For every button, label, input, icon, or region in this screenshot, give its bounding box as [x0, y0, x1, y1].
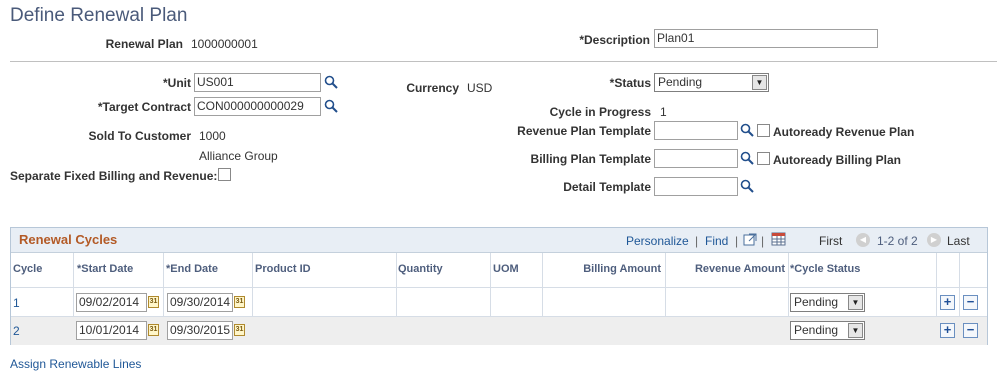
- sold-to-customer-name: Alliance Group: [199, 149, 278, 163]
- sold-to-customer-label: Sold To Customer: [88, 129, 191, 143]
- target-contract-lookup-icon[interactable]: [324, 99, 338, 113]
- cycle-in-progress-value: 1: [660, 105, 667, 119]
- cycle-link[interactable]: 1: [13, 296, 20, 310]
- billing-plan-template-label: Billing Plan Template: [530, 152, 651, 166]
- sold-to-customer-value: 1000: [199, 129, 226, 143]
- delete-row-button[interactable]: −: [963, 295, 978, 310]
- end-date-field[interactable]: 09/30/2014: [167, 293, 233, 312]
- autoready-revenue-label: Autoready Revenue Plan: [773, 125, 915, 139]
- autoready-billing-checkbox[interactable]: [757, 152, 770, 165]
- first-label: First: [819, 234, 843, 248]
- start-date-field[interactable]: 09/02/2014: [76, 293, 147, 312]
- currency-label: Currency: [406, 81, 459, 95]
- delete-row-button[interactable]: −: [963, 323, 978, 338]
- column-header-billing-amount: Billing Amount: [583, 263, 661, 275]
- chevron-down-icon: ▼: [848, 323, 863, 338]
- header-divider: [10, 61, 997, 62]
- description-label: *Description: [579, 33, 650, 47]
- table-row: 2 10/01/2014 31 09/30/2015 31 Pending ▼ …: [11, 317, 987, 345]
- column-header-uom: UOM: [493, 263, 519, 275]
- add-row-button[interactable]: +: [940, 323, 955, 338]
- unit-field[interactable]: US001: [194, 73, 321, 92]
- revenue-plan-template-field[interactable]: [654, 121, 738, 140]
- grid-header-bar: Renewal Cycles Personalize | Find | | Fi…: [11, 228, 987, 253]
- cycle-in-progress-label: Cycle in Progress: [549, 105, 651, 119]
- separator: |: [735, 234, 739, 248]
- chevron-down-icon: ▼: [752, 75, 767, 90]
- separator: |: [695, 234, 699, 248]
- view-all-icon[interactable]: [743, 233, 757, 246]
- cycle-status-select[interactable]: Pending ▼: [790, 321, 865, 340]
- column-header-revenue-amount: Revenue Amount: [694, 263, 785, 275]
- column-header-end-date: *End Date: [166, 263, 218, 275]
- revenue-plan-template-label: Revenue Plan Template: [517, 124, 651, 138]
- autoready-revenue-checkbox[interactable]: [757, 124, 770, 137]
- calendar-icon[interactable]: 31: [148, 296, 159, 308]
- currency-value: USD: [467, 81, 493, 95]
- renewal-cycles-grid: Renewal Cycles Personalize | Find | | Fi…: [10, 227, 988, 345]
- separate-billing-revenue-label: Separate Fixed Billing and Revenue:: [10, 169, 218, 183]
- column-header-start-date: *Start Date: [77, 263, 134, 275]
- page-title: Define Renewal Plan: [10, 5, 188, 26]
- renewal-plan-value: 1000000001: [191, 37, 258, 51]
- target-contract-label: *Target Contract: [97, 100, 191, 114]
- unit-label: *Unit: [163, 76, 191, 90]
- table-row: 1 09/02/2014 31 09/30/2014 31 Pending ▼ …: [11, 288, 987, 316]
- grid-title: Renewal Cycles: [19, 232, 118, 247]
- separator: |: [761, 234, 765, 248]
- billing-plan-template-field[interactable]: [654, 149, 738, 168]
- end-date-field[interactable]: 09/30/2015: [167, 321, 233, 340]
- calendar-icon[interactable]: 31: [148, 324, 159, 336]
- renewal-plan-label: Renewal Plan: [105, 37, 183, 51]
- find-link[interactable]: Find: [705, 234, 728, 248]
- calendar-icon[interactable]: 31: [234, 324, 245, 336]
- status-select[interactable]: Pending ▼: [654, 73, 769, 92]
- unit-lookup-icon[interactable]: [324, 75, 338, 89]
- add-row-button[interactable]: +: [940, 295, 955, 310]
- billing-plan-template-lookup-icon[interactable]: [740, 151, 754, 165]
- description-field[interactable]: Plan01: [654, 29, 878, 48]
- download-excel-icon[interactable]: [771, 232, 787, 246]
- column-header-cycle-status: *Cycle Status: [790, 263, 861, 275]
- assign-renewable-lines-link[interactable]: Assign Renewable Lines: [10, 357, 141, 371]
- chevron-down-icon: ▼: [848, 295, 863, 310]
- row-range: 1-2 of 2: [877, 234, 918, 248]
- last-label: Last: [947, 234, 970, 248]
- column-header-product-id: Product ID: [255, 263, 311, 275]
- cycle-status-value: Pending: [794, 323, 839, 337]
- column-header-cycle: Cycle: [13, 263, 43, 275]
- cycle-status-value: Pending: [794, 295, 839, 309]
- target-contract-field[interactable]: CON000000000029: [194, 97, 321, 116]
- detail-template-field[interactable]: [654, 177, 738, 196]
- cycle-link[interactable]: 2: [13, 324, 20, 338]
- start-date-field[interactable]: 10/01/2014: [76, 321, 147, 340]
- cycle-status-select[interactable]: Pending ▼: [790, 293, 865, 312]
- status-label: *Status: [609, 76, 651, 90]
- status-select-value: Pending: [658, 75, 703, 89]
- column-header-quantity: Quantity: [398, 263, 443, 275]
- previous-icon: ◀: [856, 233, 870, 247]
- calendar-icon[interactable]: 31: [234, 296, 245, 308]
- next-icon: ▶: [927, 233, 941, 247]
- detail-template-label: Detail Template: [563, 180, 651, 194]
- detail-template-lookup-icon[interactable]: [740, 179, 754, 193]
- revenue-plan-template-lookup-icon[interactable]: [740, 123, 754, 137]
- autoready-billing-label: Autoready Billing Plan: [773, 153, 902, 167]
- personalize-link[interactable]: Personalize: [626, 234, 689, 248]
- separate-billing-revenue-checkbox[interactable]: [218, 168, 231, 181]
